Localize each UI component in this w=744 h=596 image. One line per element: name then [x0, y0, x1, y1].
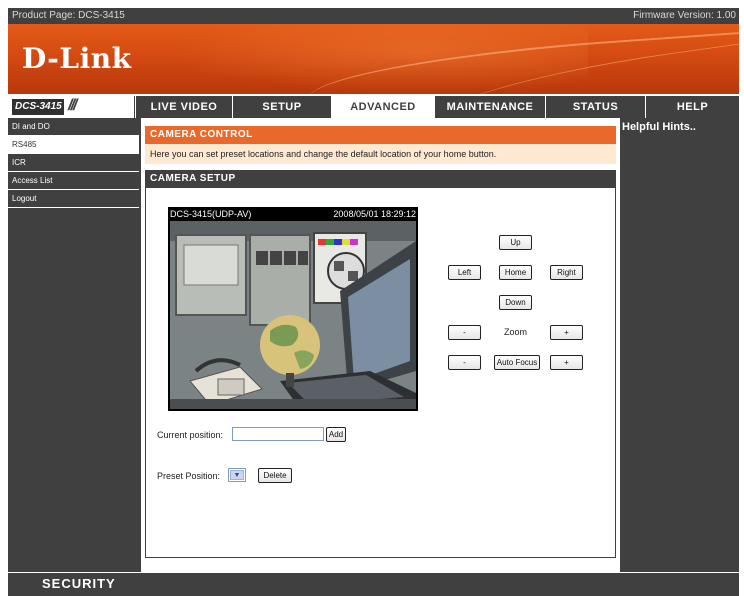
focus-minus-button[interactable]: - [448, 355, 481, 370]
sidebar-item-rs485[interactable]: RS485 [8, 136, 139, 154]
camera-setup-panel: DCS-3415(UDP-AV) 2008/05/01 18:29:12 Up … [145, 188, 616, 558]
top-nav: DCS-3415 /// LIVE VIDEO SETUP ADVANCED M… [8, 94, 739, 118]
add-position-button[interactable]: Add [326, 427, 346, 442]
tab-advanced[interactable]: ADVANCED [331, 96, 434, 118]
tab-help[interactable]: HELP [645, 96, 739, 118]
auto-focus-button[interactable]: Auto Focus [494, 355, 540, 370]
top-bar: Product Page: DCS-3415 Firmware Version:… [8, 8, 739, 24]
sidebar-item-icr[interactable]: ICR [8, 154, 139, 172]
firmware-version-label: Firmware Version: 1.00 [633, 10, 736, 21]
security-label: SECURITY [42, 576, 116, 591]
footer-bar: SECURITY [8, 572, 739, 596]
page: Product Page: DCS-3415 Firmware Version:… [8, 8, 739, 596]
video-overlay-bar: DCS-3415(UDP-AV) 2008/05/01 18:29:12 [168, 207, 418, 221]
tab-live-video[interactable]: LIVE VIDEO [135, 96, 232, 118]
preset-position-label: Preset Position: [157, 471, 221, 481]
tab-maintenance[interactable]: MAINTENANCE [434, 96, 545, 118]
camera-view-image[interactable] [170, 221, 416, 409]
chevron-down-icon[interactable]: ▼ [230, 470, 244, 480]
nav-tabs: LIVE VIDEO SETUP ADVANCED MAINTENANCE ST… [135, 96, 739, 118]
brand-banner: D-Link [8, 24, 739, 94]
ptz-right-button[interactable]: Right [550, 265, 583, 280]
video-timestamp: 2008/05/01 18:29:12 [333, 209, 416, 219]
zoom-out-button[interactable]: - [448, 325, 481, 340]
zoom-label: Zoom [504, 327, 528, 337]
zoom-in-button[interactable]: + [550, 325, 583, 340]
camera-control-header: CAMERA CONTROL [145, 126, 616, 144]
tab-status[interactable]: STATUS [545, 96, 645, 118]
camera-control-description: Here you can set preset locations and ch… [145, 144, 616, 164]
sidebar-item-logout[interactable]: Logout [8, 190, 139, 208]
delete-preset-button[interactable]: Delete [258, 468, 292, 483]
current-position-label: Current position: [157, 430, 224, 440]
model-slashes: /// [68, 97, 77, 114]
tab-setup[interactable]: SETUP [232, 96, 331, 118]
ptz-down-button[interactable]: Down [499, 295, 532, 310]
product-page-label: Product Page: DCS-3415 [12, 10, 125, 21]
sidebar-item-di-and-do[interactable]: DI and DO [8, 118, 139, 136]
model-label: DCS-3415 [12, 99, 64, 115]
camera-scene-illustration [170, 221, 416, 409]
dlink-logo: D-Link [22, 42, 132, 75]
ptz-home-button[interactable]: Home [499, 265, 532, 280]
video-stream-name: DCS-3415(UDP-AV) [170, 209, 252, 219]
helpful-hints-title: Helpful Hints.. [622, 121, 696, 133]
model-badge: DCS-3415 /// [8, 96, 134, 118]
current-position-input[interactable] [232, 427, 324, 441]
ptz-up-button[interactable]: Up [499, 235, 532, 250]
live-video-frame: DCS-3415(UDP-AV) 2008/05/01 18:29:12 [168, 207, 418, 411]
camera-setup-header: CAMERA SETUP [145, 170, 616, 188]
ptz-left-button[interactable]: Left [448, 265, 481, 280]
focus-plus-button[interactable]: + [550, 355, 583, 370]
preset-position-select[interactable]: ▼ [228, 468, 246, 482]
sidebar: DI and DO RS485 ICR Access List Logout [8, 118, 140, 572]
helpful-hints-panel: Helpful Hints.. [620, 118, 739, 572]
sidebar-item-access-list[interactable]: Access List [8, 172, 139, 190]
main-content: CAMERA CONTROL Here you can set preset l… [141, 118, 620, 572]
